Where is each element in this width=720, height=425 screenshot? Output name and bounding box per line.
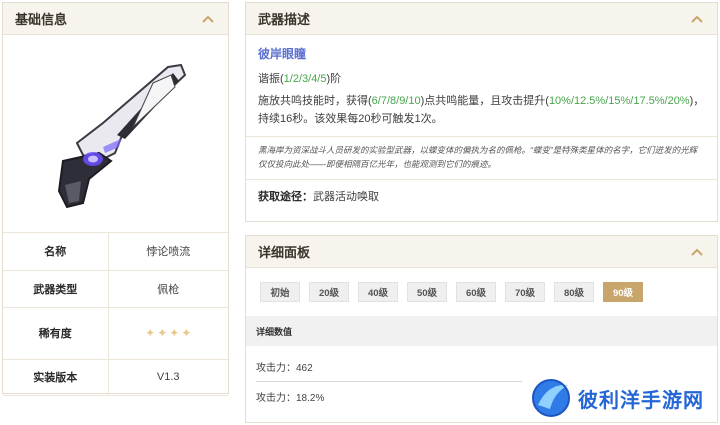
watermark-text: 彼利洋手游网 [578,389,704,412]
chevron-up-icon[interactable] [689,244,705,260]
basic-info-panel: 基础信息 名称 悖论喷流 武器类型 佩枪 稀有度 ✦ ✦ ✦ ✦ 实装版本 V1… [2,2,229,396]
weapon-image [3,35,228,233]
lore-text: 黑海岸为资深战斗人员研发的实验型武器，以蝶变体的偏执为名的佩枪。“蝶变”是特殊类… [258,145,698,169]
info-row-type: 武器类型 佩枪 [3,270,228,308]
skill-description: 施放共鸣技能时，获得(6/7/8/9/10)点共鸣能量，且攻击提升(10%/12… [258,92,705,128]
basic-info-header[interactable]: 基础信息 [3,3,228,35]
info-row-name: 名称 悖论喷流 [3,233,228,271]
level-button-initial[interactable]: 初始 [260,282,300,302]
chevron-up-icon[interactable] [689,11,705,27]
basic-info-title: 基础信息 [15,12,68,27]
level-button-60[interactable]: 60级 [456,282,496,302]
source-line: 获取途径：武器活动唤取 [258,180,705,206]
star-icon: ✦ [157,326,168,340]
skill-text-2: )点共鸣能量，且攻击提升( [420,95,549,107]
site-watermark: 彼利洋手游网 [528,373,718,423]
info-value-type: 佩枪 [108,270,228,308]
watermark-logo-icon [532,379,570,417]
info-label-name: 名称 [3,233,109,271]
rarity-stars: ✦ ✦ ✦ ✦ [108,307,228,360]
level-button-40[interactable]: 40级 [358,282,398,302]
skill-atk-values: 10%/12.5%/15%/17.5%/20% [548,95,690,107]
description-header[interactable]: 武器描述 [246,3,717,35]
skill-name: 彼岸眼瞳 [258,47,307,61]
star-icon: ✦ [145,326,156,340]
star-icon: ✦ [181,326,192,340]
level-button-70[interactable]: 70级 [505,282,545,302]
detail-title: 详细面板 [258,245,311,260]
resonance-line: 谐振(1/2/3/4/5)阶 [258,70,705,88]
info-row-rarity: 稀有度 ✦ ✦ ✦ ✦ [3,307,228,360]
info-label-version: 实装版本 [3,359,109,396]
description-title: 武器描述 [258,12,311,27]
source-label: 获取途径： [258,191,313,203]
level-button-20[interactable]: 20级 [309,282,349,302]
info-label-type: 武器类型 [3,270,109,308]
source-value: 武器活动唤取 [313,191,379,203]
resonance-levels: 1/2/3/4/5 [283,73,327,85]
info-value-version: V1.3 [108,359,228,396]
level-button-50[interactable]: 50级 [407,282,447,302]
detail-header[interactable]: 详细面板 [246,236,717,268]
stats-header: 详细数值 [246,316,717,346]
weapon-description-panel: 武器描述 彼岸眼瞳 谐振(1/2/3/4/5)阶 施放共鸣技能时，获得(6/7/… [245,2,718,222]
skill-energy-values: 6/7/8/9/10 [371,95,421,107]
level-button-90[interactable]: 90级 [603,282,643,302]
info-value-name: 悖论喷流 [108,233,228,271]
level-selector: 初始 20级 40级 50级 60级 70级 80级 90级 [246,268,717,302]
info-label-rarity: 稀有度 [3,307,109,360]
info-row-version: 实装版本 V1.3 [3,359,228,396]
level-button-80[interactable]: 80级 [554,282,594,302]
resonance-prefix: 谐振( [258,73,284,85]
resonance-suffix: )阶 [326,73,342,85]
star-icon: ✦ [169,326,180,340]
skill-text-1: 施放共鸣技能时，获得( [258,95,372,107]
chevron-up-icon[interactable] [200,11,216,27]
